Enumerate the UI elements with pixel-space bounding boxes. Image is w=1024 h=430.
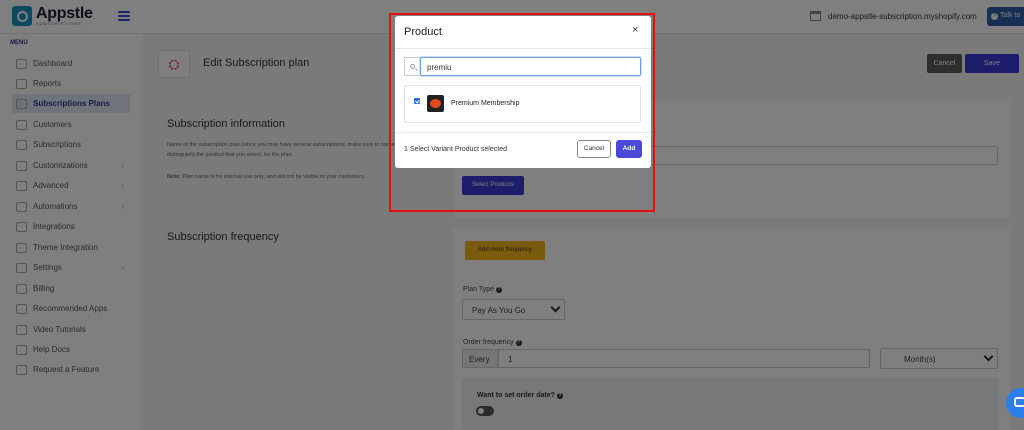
chat-icon [1014,397,1024,407]
highlight-annotation [389,13,655,212]
